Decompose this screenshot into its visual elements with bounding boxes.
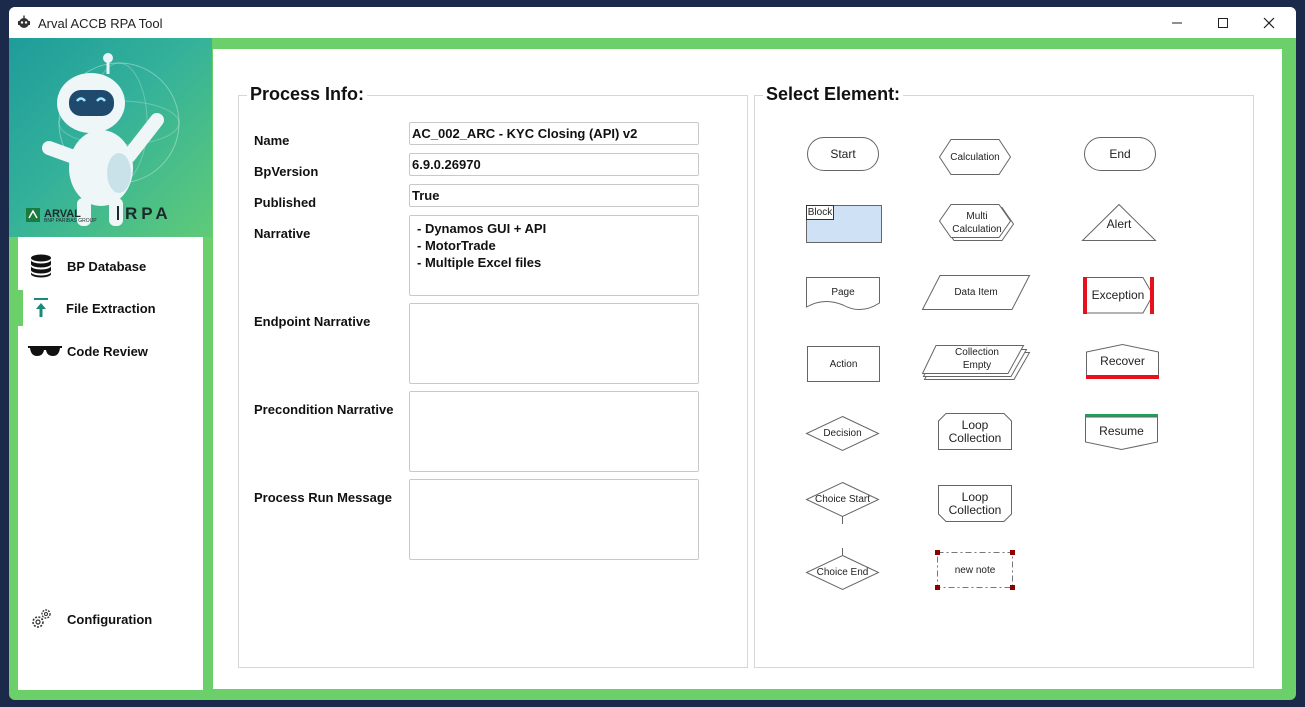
narrative-line: - Multiple Excel files	[417, 255, 542, 270]
process-info-group: Process Info: Name AC_002_ARC - KYC Clos…	[238, 84, 748, 668]
name-field[interactable]: AC_002_ARC - KYC Closing (API) v2	[409, 122, 699, 145]
sidebar-item-label: BP Database	[67, 258, 147, 274]
narrative-field[interactable]: - Dynamos GUI + API - MotorTrade - Multi…	[409, 215, 699, 296]
action-element[interactable]: Action	[807, 346, 880, 382]
label-line: Loop	[961, 417, 989, 432]
sunglasses-icon	[28, 339, 62, 363]
block-element-label: Block	[807, 207, 833, 218]
bpversion-field[interactable]: 6.9.0.26970	[409, 153, 699, 176]
gears-icon	[29, 607, 53, 631]
note-element-label: new note	[954, 564, 996, 576]
label-line: Collection	[948, 502, 1002, 517]
recover-element[interactable]: Recover	[1086, 343, 1159, 379]
process-run-message-label: Process Run Message	[254, 490, 393, 505]
app-window: Arval ACCB RPA Tool ARVAL BNP PARIBAS GR…	[9, 7, 1296, 700]
narrative-line: - MotorTrade	[417, 238, 496, 253]
recover-element-label: Recover	[1100, 353, 1145, 368]
title-bar: Arval ACCB RPA Tool	[9, 7, 1296, 38]
alert-element[interactable]: Alert	[1081, 203, 1157, 241]
page-element-label: Page	[831, 286, 855, 298]
exception-element-label: Exception	[1091, 288, 1145, 302]
end-element[interactable]: End	[1084, 137, 1156, 171]
app-icon	[17, 15, 31, 34]
choice-end-element-label: Choice End	[816, 567, 869, 578]
minimize-icon	[1172, 22, 1182, 23]
narrative-label: Narrative	[254, 226, 311, 241]
sidebar-item-file-extraction[interactable]: File Extraction	[18, 290, 203, 326]
data-item-element-label: Data Item	[954, 287, 998, 298]
start-element[interactable]: Start	[807, 137, 879, 171]
published-field[interactable]: True	[409, 184, 699, 207]
note-element[interactable]: new note	[935, 550, 1015, 590]
sidebar-item-label: File Extraction	[66, 300, 156, 316]
window-title: Arval ACCB RPA Tool	[38, 16, 163, 31]
sidebar-item-bp-database[interactable]: BP Database	[18, 248, 203, 284]
narrative-line: - Dynamos GUI + API	[417, 221, 547, 236]
sidebar-item-label: Code Review	[67, 343, 148, 359]
maximize-icon	[1218, 17, 1228, 28]
multi-calculation-element[interactable]: Multi Calculation	[938, 204, 1015, 242]
select-element-title: Select Element:	[763, 84, 904, 105]
end-element-label: End	[1109, 146, 1131, 161]
active-indicator	[18, 290, 23, 326]
loop-start-element-label: Loop Collection	[938, 413, 1012, 450]
decision-element[interactable]: Decision	[805, 415, 880, 452]
arval-logo-icon	[26, 208, 40, 222]
label-line: Calculation	[952, 224, 1002, 235]
select-element-group: Select Element: Start Calculation End Bl…	[754, 84, 1254, 668]
close-icon	[1263, 17, 1275, 28]
label-line: Empty	[962, 360, 992, 371]
close-button[interactable]	[1246, 7, 1292, 38]
endpoint-narrative-label: Endpoint Narrative	[254, 314, 371, 329]
alert-element-label: Alert	[1106, 217, 1132, 231]
loop-end-element-label: Loop Collection	[938, 485, 1012, 522]
sidebar-item-label: Configuration	[67, 611, 153, 627]
precondition-narrative-label: Precondition Narrative	[254, 402, 394, 417]
label-line: Multi	[966, 211, 988, 222]
label-line: Loop	[961, 489, 989, 504]
calculation-element-label: Calculation	[950, 151, 1000, 163]
product-name: RPA	[125, 204, 172, 223]
choice-start-element[interactable]: Choice Start	[805, 481, 880, 524]
page-element[interactable]: Page	[806, 277, 880, 311]
label-line: Collection	[948, 430, 1002, 445]
loop-end-element[interactable]: Loop Collection	[938, 485, 1012, 522]
maximize-button[interactable]	[1200, 7, 1246, 38]
calculation-element[interactable]: Calculation	[938, 139, 1012, 175]
collection-element[interactable]: Collection Empty	[921, 345, 1032, 381]
upload-icon	[29, 296, 53, 320]
endpoint-narrative-field[interactable]	[409, 303, 699, 384]
bpversion-label: BpVersion	[254, 164, 319, 179]
data-item-element[interactable]: Data Item	[921, 275, 1031, 310]
process-info-title: Process Info:	[247, 84, 368, 105]
sidebar-nav: BP Database File Extraction Code Review …	[18, 237, 203, 690]
brand-tagline: BNP PARIBAS GROUP	[44, 218, 97, 224]
sidebar-item-configuration[interactable]: Configuration	[18, 601, 203, 637]
name-label: Name	[254, 133, 290, 148]
start-element-label: Start	[830, 146, 856, 161]
minimize-button[interactable]	[1154, 7, 1200, 38]
collection-element-label: Collection Empty	[922, 345, 1032, 373]
database-icon	[29, 254, 53, 278]
multi-calculation-element-label: Multi Calculation	[939, 204, 1015, 242]
block-element[interactable]: Block	[806, 205, 882, 243]
process-run-message-field[interactable]	[409, 479, 699, 560]
resume-element-label: Resume	[1099, 423, 1144, 438]
precondition-narrative-field[interactable]	[409, 391, 699, 472]
product-logo: RPA	[117, 204, 172, 224]
sidebar-item-code-review[interactable]: Code Review	[18, 333, 203, 369]
exception-element[interactable]: Exception	[1083, 277, 1157, 314]
main-panel: Process Info: Name AC_002_ARC - KYC Clos…	[213, 49, 1282, 689]
choice-end-element[interactable]: Choice End	[805, 548, 880, 591]
action-element-label: Action	[829, 358, 858, 370]
loop-start-element[interactable]: Loop Collection	[938, 413, 1012, 450]
label-line: Collection	[955, 347, 999, 358]
resume-element[interactable]: Resume	[1085, 414, 1158, 451]
divider	[117, 206, 119, 220]
decision-element-label: Decision	[823, 428, 862, 439]
published-label: Published	[254, 195, 317, 210]
brand-logo: ARVAL BNP PARIBAS GROUP	[26, 208, 97, 224]
choice-start-element-label: Choice Start	[814, 494, 871, 505]
